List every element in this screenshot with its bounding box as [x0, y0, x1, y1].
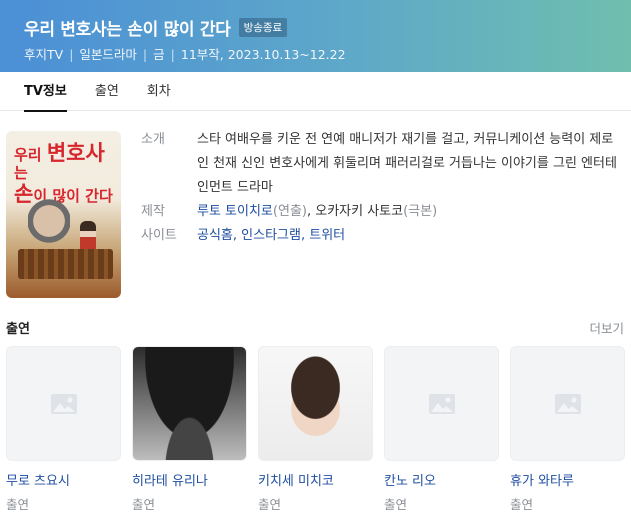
airday-text: 금: [153, 47, 165, 62]
tab-tv-info[interactable]: TV정보: [24, 72, 67, 112]
cast-photo[interactable]: [258, 346, 373, 461]
tab-episodes[interactable]: 회차: [147, 72, 171, 111]
cast-role: 출연: [132, 497, 156, 512]
cast-photo-placeholder[interactable]: [384, 346, 499, 461]
image-placeholder-icon: [555, 394, 581, 414]
cast-item[interactable]: 키치세 미치코 출연: [258, 346, 373, 513]
site-row: 사이트 공식홈, 인스타그램, 트위터: [141, 224, 621, 248]
poster-figure-man: [28, 199, 70, 254]
cast-photo-placeholder[interactable]: [6, 346, 121, 461]
cast-name[interactable]: 키치세 미치코: [258, 470, 373, 489]
poster-desk: [18, 249, 113, 279]
program-meta: 후지TV | 일본드라마 | 금 | 11부작, 2023.10.13~12.22: [24, 47, 346, 62]
cast-item[interactable]: 무로 츠요시 출연: [6, 346, 121, 513]
site-separator: ,: [232, 228, 242, 243]
site-label: 사이트: [141, 228, 177, 243]
official-site-link[interactable]: 공식홈: [197, 228, 233, 243]
genre-text: 일본드라마: [79, 47, 137, 62]
cast-photo-placeholder[interactable]: [510, 346, 625, 461]
cast-role: 출연: [258, 497, 282, 512]
cast-name[interactable]: 칸노 리오: [384, 470, 499, 489]
cast-name[interactable]: 휴가 와타루: [510, 470, 625, 489]
writer-role: (극본): [403, 204, 438, 219]
cast-item[interactable]: 칸노 리오 출연: [384, 346, 499, 513]
cast-item[interactable]: 휴가 와타루 출연: [510, 346, 625, 513]
cast-list: 무로 츠요시 출연 히라테 유리나 출연 키치세 미치코 출연 칸노 리오 출연…: [6, 346, 626, 516]
director-role: (연출): [272, 204, 307, 219]
intro-text: 스타 여배우를 키운 전 연예 매니저가 재기를 걸고, 커뮤니케이션 능력이 …: [197, 132, 617, 195]
cast-section-title: 출연: [6, 322, 30, 337]
image-placeholder-icon: [51, 394, 77, 414]
cast-role: 출연: [6, 497, 30, 512]
director-link[interactable]: 루토 토이치로: [197, 204, 273, 219]
intro-row: 소개 스타 여배우를 키운 전 연예 매니저가 재기를 걸고, 커뮤니케이션 능…: [141, 128, 621, 200]
more-link[interactable]: 더보기: [589, 318, 624, 337]
tab-cast[interactable]: 출연: [95, 72, 119, 111]
cast-name[interactable]: 히라테 유리나: [132, 470, 247, 489]
episodes-dates-text: 11부작, 2023.10.13~12.22: [180, 47, 346, 62]
cast-photo[interactable]: [132, 346, 247, 461]
image-placeholder-icon: [429, 394, 455, 414]
cast-role: 출연: [384, 497, 408, 512]
cast-name[interactable]: 무로 츠요시: [6, 470, 121, 489]
intro-label: 소개: [141, 132, 165, 147]
poster-image[interactable]: 우리 변호사는 손이 많이 간다: [6, 131, 121, 298]
production-row: 제작 루토 토이치로(연출), 오카자키 사토코(극본): [141, 200, 621, 224]
writer-name: 오카자키 사토코: [315, 204, 404, 219]
instagram-link[interactable]: 인스타그램: [241, 228, 301, 243]
program-info: 소개 스타 여배우를 키운 전 연예 매니저가 재기를 걸고, 커뮤니케이션 능…: [141, 128, 621, 248]
site-separator: ,: [300, 228, 310, 243]
tab-bar: TV정보 출연 회차: [0, 72, 631, 112]
program-header: 우리 변호사는 손이 많이 간다 방송종료 후지TV | 일본드라마 | 금 | 11부작,…: [0, 0, 631, 72]
network-link[interactable]: 후지TV: [24, 47, 63, 62]
status-badge: 방송종료: [238, 17, 288, 37]
production-separator: ,: [306, 204, 316, 219]
production-label: 제작: [141, 204, 165, 219]
program-title[interactable]: 우리 변호사는 손이 많이 간다: [24, 15, 231, 40]
poster-title-art: 우리 변호사는 손이 많이 간다: [14, 141, 113, 207]
cast-role: 출연: [510, 497, 534, 512]
twitter-link[interactable]: 트위터: [309, 228, 345, 243]
cast-item[interactable]: 히라테 유리나 출연: [132, 346, 247, 513]
